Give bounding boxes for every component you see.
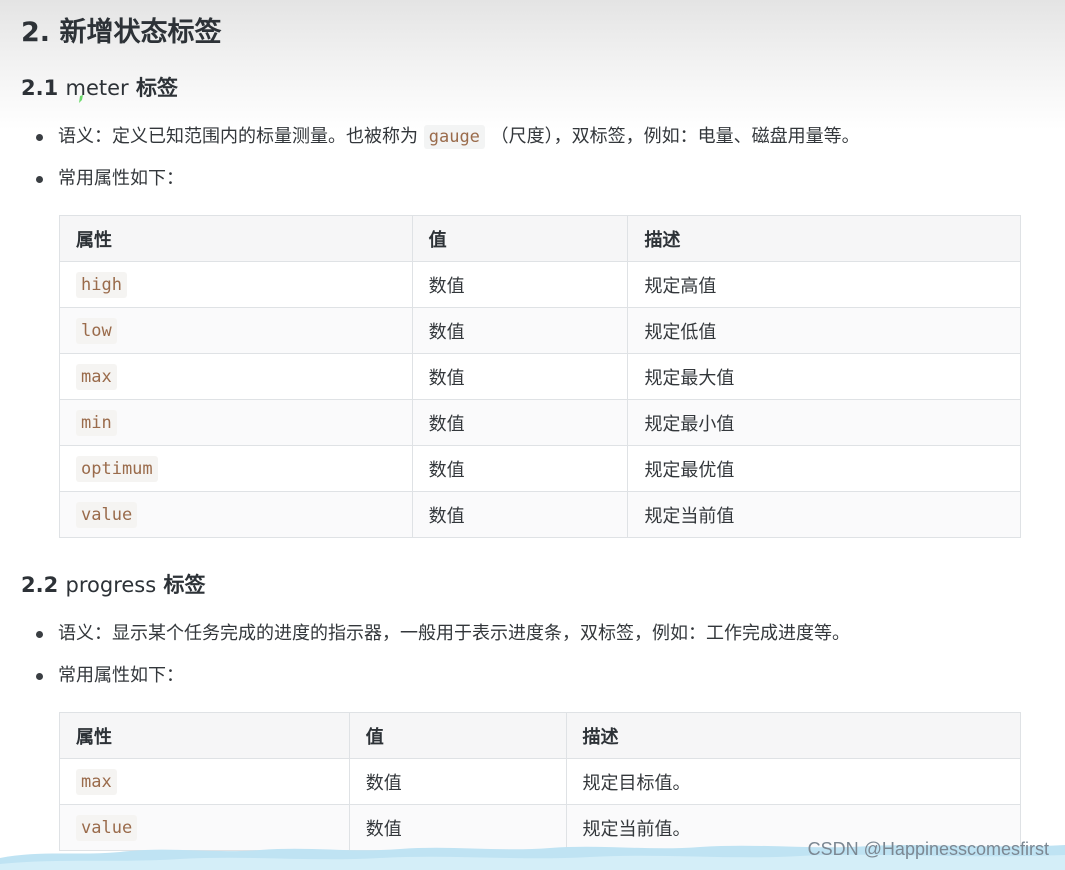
meter-semantics-after: （尺度），双标签，例如：电量、磁盘用量等。 bbox=[484, 126, 860, 147]
table-row: optimum 数值 规定最优值 bbox=[59, 445, 1021, 492]
attr-cell: value bbox=[59, 491, 413, 538]
attr-cell: optimum bbox=[59, 445, 413, 492]
meter-heading-code: meter bbox=[65, 76, 129, 100]
meter-heading-prefix: 2.1 bbox=[21, 76, 66, 100]
attr-code: value bbox=[76, 502, 138, 528]
desc-cell: 规定最小值 bbox=[627, 399, 1021, 446]
meter-attributes-table: 属性 值 描述 high 数值 规定高值 low 数值 规定低值 max 数值 … bbox=[59, 215, 1021, 538]
desc-cell: 规定最优值 bbox=[627, 445, 1021, 492]
table-header-row: 属性 值 描述 bbox=[59, 215, 1021, 262]
bullet-dot-icon bbox=[36, 176, 43, 183]
attr-cell: high bbox=[59, 261, 413, 308]
watermark: CSDN @Happinesscomesfirst bbox=[807, 839, 1049, 859]
table-row: min 数值 规定最小值 bbox=[59, 399, 1021, 446]
table-row: low 数值 规定低值 bbox=[59, 307, 1021, 354]
desc-cell: 规定最大值 bbox=[627, 353, 1021, 400]
desc-cell: 规定高值 bbox=[627, 261, 1021, 308]
table-row: max 数值 规定最大值 bbox=[59, 353, 1021, 400]
value-cell: 数值 bbox=[411, 445, 629, 492]
attr-code: max bbox=[76, 769, 117, 795]
desc-cell: 规定低值 bbox=[627, 307, 1021, 354]
value-cell: 数值 bbox=[411, 399, 629, 446]
meter-heading: 2.1 meter 标签 bbox=[21, 72, 178, 102]
progress-heading-prefix: 2.2 bbox=[21, 573, 66, 597]
value-cell: 数值 bbox=[411, 353, 629, 400]
attr-code: min bbox=[76, 410, 117, 436]
column-header-attr: 属性 bbox=[59, 215, 413, 262]
value-cell: 数值 bbox=[411, 491, 629, 538]
attr-code: low bbox=[76, 318, 117, 344]
value-cell: 数值 bbox=[411, 307, 629, 354]
attr-cell: min bbox=[59, 399, 413, 446]
attr-code: high bbox=[76, 272, 127, 298]
attr-cell: max bbox=[59, 353, 413, 400]
column-header-value: 值 bbox=[348, 712, 567, 759]
progress-heading-code: progress bbox=[65, 573, 157, 597]
column-header-attr: 属性 bbox=[59, 712, 350, 759]
table-header-row: 属性 值 描述 bbox=[59, 712, 1021, 759]
progress-attrs-intro: 常用属性如下： bbox=[58, 665, 184, 686]
inline-code-gauge: gauge bbox=[423, 125, 485, 149]
attr-code: optimum bbox=[76, 456, 158, 482]
value-cell: 数值 bbox=[411, 261, 629, 308]
meter-heading-suffix: 标签 bbox=[128, 76, 178, 100]
column-header-desc: 描述 bbox=[565, 712, 1021, 759]
cursor-mark-icon bbox=[79, 95, 83, 103]
desc-cell: 规定当前值 bbox=[627, 491, 1021, 538]
attr-code: max bbox=[76, 364, 117, 390]
table-row: high 数值 规定高值 bbox=[59, 261, 1021, 308]
bullet-dot-icon bbox=[36, 673, 43, 680]
progress-semantics-text: 语义：显示某个任务完成的进度的指示器，一般用于表示进度条，双标签，例如：工作完成… bbox=[58, 623, 850, 644]
progress-heading-suffix: 标签 bbox=[156, 573, 206, 597]
table-row: value 数值 规定当前值 bbox=[59, 491, 1021, 538]
bullet-dot-icon bbox=[36, 631, 43, 638]
desc-cell: 规定目标值。 bbox=[565, 758, 1021, 805]
meter-attrs-intro: 常用属性如下： bbox=[58, 168, 184, 189]
bullet-dot-icon bbox=[36, 134, 43, 141]
attr-cell: low bbox=[59, 307, 413, 354]
table-row: max 数值 规定目标值。 bbox=[59, 758, 1021, 805]
section-title: 2. 新增状态标签 bbox=[21, 17, 222, 48]
attr-cell: max bbox=[59, 758, 350, 805]
value-cell: 数值 bbox=[348, 758, 567, 805]
progress-attributes-table: 属性 值 描述 max 数值 规定目标值。 value 数值 规定当前值。 bbox=[59, 712, 1021, 851]
meter-semantics-before: 语义：定义已知范围内的标量测量。也被称为 bbox=[58, 126, 424, 147]
column-header-value: 值 bbox=[411, 215, 629, 262]
column-header-desc: 描述 bbox=[627, 215, 1021, 262]
meter-semantics-text: 语义：定义已知范围内的标量测量。也被称为 gauge （尺度），双标签，例如：电… bbox=[58, 123, 860, 151]
progress-heading: 2.2 progress 标签 bbox=[21, 569, 205, 599]
